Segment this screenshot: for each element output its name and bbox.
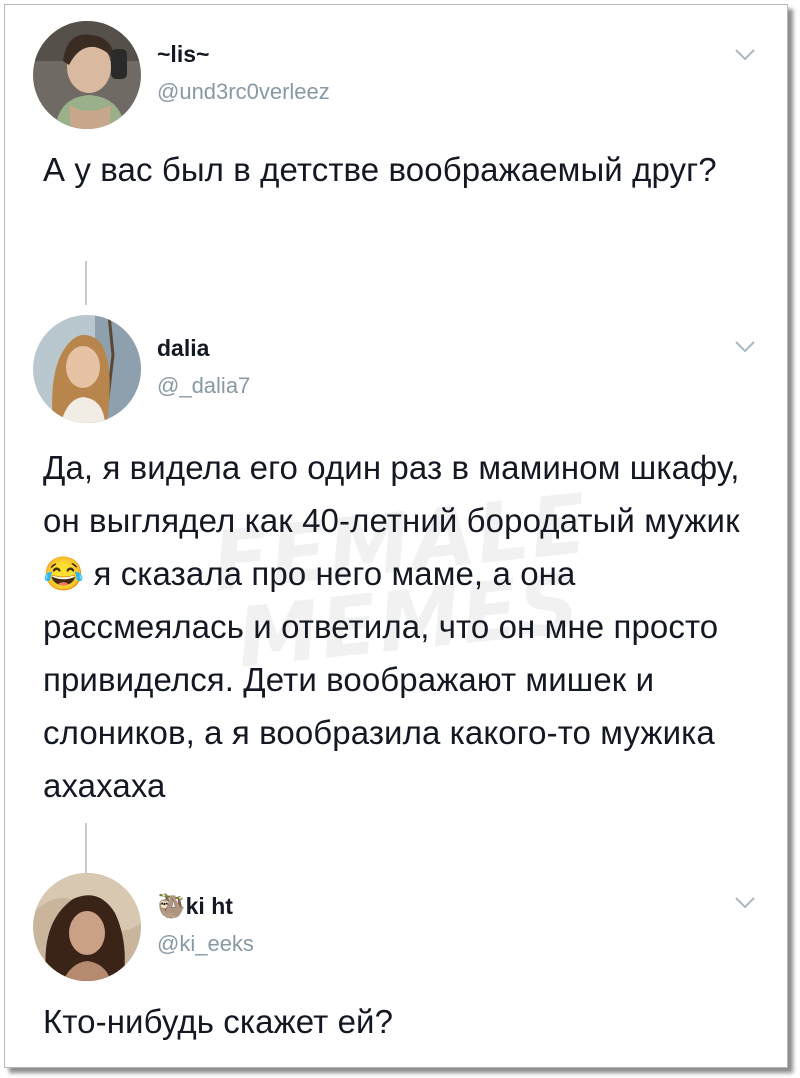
- thread-connector-line: [85, 261, 87, 305]
- user-handle[interactable]: @und3rc0verleez: [157, 79, 330, 105]
- avatar[interactable]: [33, 315, 141, 423]
- user-handle[interactable]: @ki_eeks: [157, 931, 254, 957]
- display-name[interactable]: 🦥ki ht: [157, 893, 233, 920]
- user-handle[interactable]: @_dalia7: [157, 373, 250, 399]
- thread-connector-line: [85, 823, 87, 873]
- display-name[interactable]: ~lis~: [157, 41, 209, 68]
- tweet-text: Кто-нибудь скажет ей?: [43, 1003, 394, 1040]
- chevron-down-icon[interactable]: [733, 339, 757, 355]
- tweet-text: А у вас был в детстве воображаемый друг?: [43, 151, 717, 188]
- chevron-down-icon[interactable]: [733, 895, 757, 911]
- avatar[interactable]: [33, 21, 141, 129]
- display-name[interactable]: dalia: [157, 335, 209, 362]
- profile-photo-icon: [33, 873, 141, 981]
- screenshot-frame: FEMALE MEMES ~lis~ @und3rc0verleez А у в…: [4, 4, 788, 1068]
- chevron-down-icon[interactable]: [733, 47, 757, 63]
- profile-photo-icon: [33, 21, 141, 129]
- profile-photo-icon: [33, 315, 141, 423]
- tweet-text: Да, я видела его один раз в мамином шкаф…: [43, 449, 740, 804]
- avatar[interactable]: [33, 873, 141, 981]
